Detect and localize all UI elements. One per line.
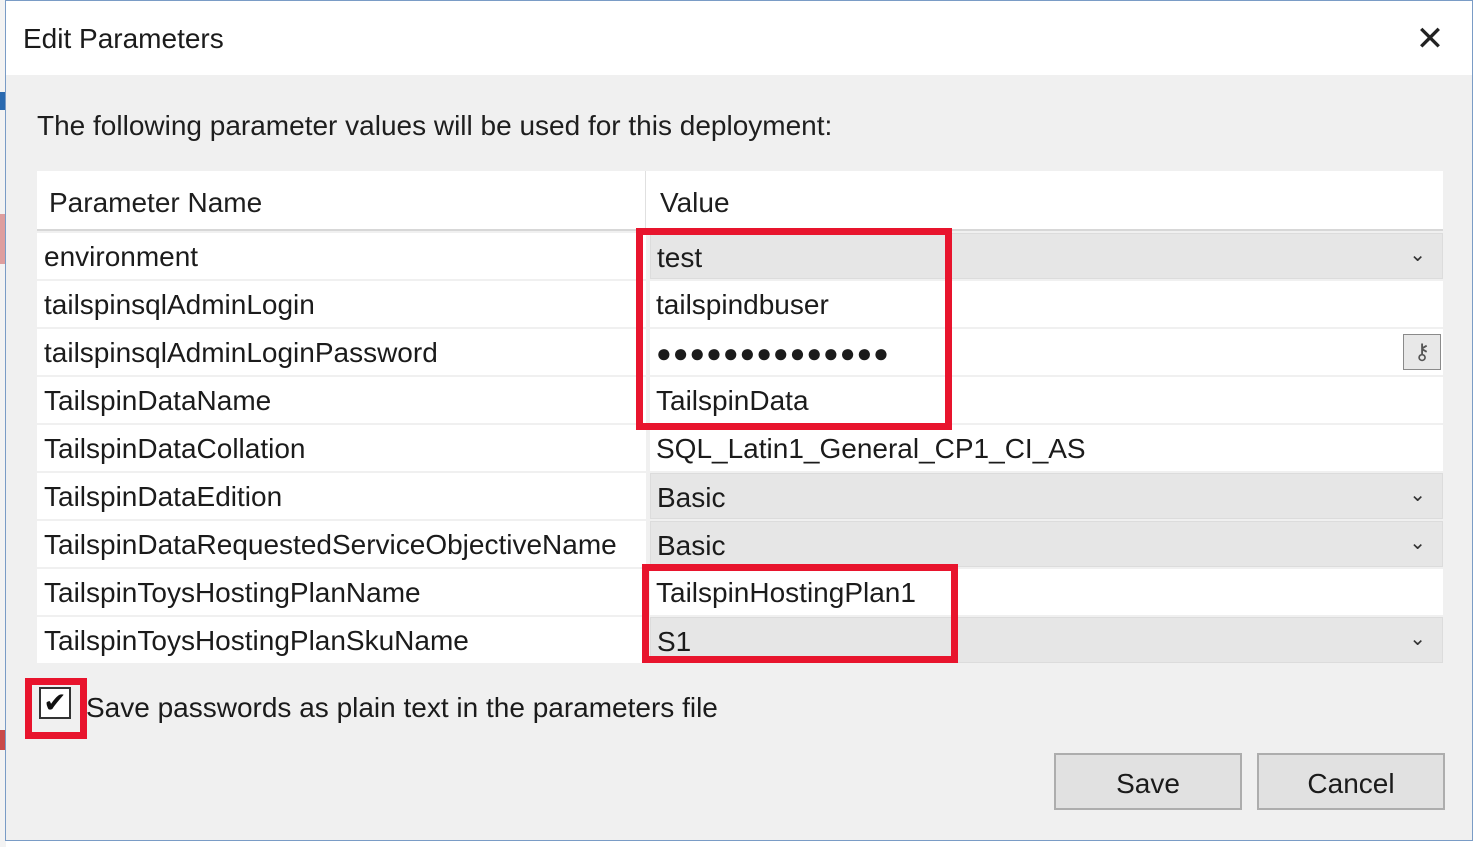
grid-header: Parameter Name Value [37,171,1443,231]
password-mask: ●●●●●●●●●●●●●● [656,338,890,368]
parameter-name: TailspinToysHostingPlanName [37,569,646,615]
table-row: TailspinDataName TailspinData [37,377,1443,423]
value-text: Basic [657,530,726,561]
value-text: tailspindbuser [656,289,829,320]
value-text: S1 [657,626,692,657]
save-passwords-label[interactable]: Save passwords as plain text in the para… [86,692,718,724]
column-header-name[interactable]: Parameter Name [37,171,646,229]
parameter-name: tailspinsqlAdminLoginPassword [37,329,646,375]
key-icon[interactable]: ⚷ [1403,334,1441,370]
table-row: TailspinDataRequestedServiceObjectiveNam… [37,521,1443,567]
cancel-button[interactable]: Cancel [1257,753,1445,810]
chevron-down-icon[interactable]: ⌄ [1409,474,1426,518]
value-dropdown-service-objective[interactable]: Basic ⌄ [650,521,1443,567]
parameter-name: TailspinDataRequestedServiceObjectiveNam… [37,521,646,567]
chevron-down-icon[interactable]: ⌄ [1409,522,1426,566]
value-input-admin-password[interactable]: ●●●●●●●●●●●●●● ⚷ [650,329,1443,375]
value-input-admin-login[interactable]: tailspindbuser [650,281,1443,327]
close-icon[interactable]: ✕ [1408,19,1452,59]
table-row: TailspinToysHostingPlanSkuName S1 ⌄ [37,617,1443,663]
table-row: tailspinsqlAdminLoginPassword ●●●●●●●●●●… [37,329,1443,375]
parameter-name: TailspinDataName [37,377,646,423]
edit-parameters-dialog: Edit Parameters ✕ The following paramete… [5,0,1473,841]
parameter-name: TailspinDataEdition [37,473,646,519]
table-row: TailspinDataEdition Basic ⌄ [37,473,1443,519]
value-text: TailspinData [656,385,809,416]
value-text: SQL_Latin1_General_CP1_CI_AS [656,433,1086,464]
value-text: Basic [657,482,726,513]
chevron-down-icon[interactable]: ⌄ [1409,234,1426,278]
table-row: TailspinDataCollation SQL_Latin1_General… [37,425,1443,471]
table-row: environment test ⌄ [37,233,1443,279]
value-input-data-collation[interactable]: SQL_Latin1_General_CP1_CI_AS [650,425,1443,471]
parameter-name: environment [37,233,646,279]
parameter-name: TailspinToysHostingPlanSkuName [37,617,646,663]
value-dropdown-data-edition[interactable]: Basic ⌄ [650,473,1443,519]
table-row: tailspinsqlAdminLogin tailspindbuser [37,281,1443,327]
value-dropdown-hosting-plan-sku[interactable]: S1 ⌄ [650,617,1443,663]
value-text: test [657,242,703,273]
save-button[interactable]: Save [1054,753,1242,810]
column-header-value[interactable]: Value [649,171,1443,229]
table-row: TailspinToysHostingPlanName TailspinHost… [37,569,1443,615]
parameter-name: tailspinsqlAdminLogin [37,281,646,327]
dialog-title: Edit Parameters [23,23,224,54]
parameter-name: TailspinDataCollation [37,425,646,471]
chevron-down-icon[interactable]: ⌄ [1409,618,1426,662]
value-text: TailspinHostingPlan1 [656,577,916,608]
title-bar: Edit Parameters ✕ [6,1,1472,75]
value-input-data-name[interactable]: TailspinData [650,377,1443,423]
save-passwords-checkbox[interactable]: ✔ [39,687,71,719]
value-dropdown-environment[interactable]: test ⌄ [650,233,1443,279]
parameters-grid: Parameter Name Value environment test ⌄ … [37,171,1443,663]
intro-text: The following parameter values will be u… [37,110,833,141]
value-input-hosting-plan-name[interactable]: TailspinHostingPlan1 [650,569,1443,615]
